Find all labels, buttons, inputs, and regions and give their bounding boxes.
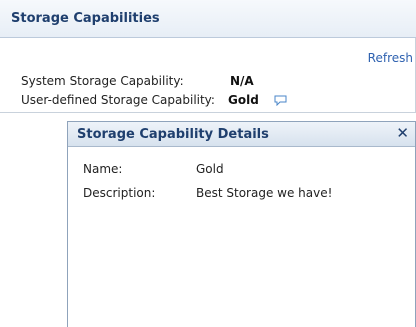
panel-header: Storage Capabilities (0, 0, 416, 38)
user-storage-capability-value: Gold (228, 93, 259, 107)
detail-name-row: Name: Gold (83, 162, 224, 176)
detail-name-label: Name: (83, 162, 123, 176)
system-storage-capability-value: N/A (230, 74, 254, 88)
comment-icon[interactable] (274, 95, 287, 107)
detail-description-label: Description: (83, 186, 156, 200)
user-storage-capability-row: User-defined Storage Capability: Gold (21, 93, 287, 107)
close-icon[interactable]: ✕ (396, 124, 409, 142)
detail-description-row: Description: Best Storage we have! (83, 186, 332, 200)
panel-title: Storage Capabilities (11, 11, 160, 26)
user-storage-capability-label: User-defined Storage Capability: (21, 93, 215, 107)
storage-capabilities-panel: Storage Capabilities Refresh System Stor… (0, 0, 416, 113)
detail-name-value: Gold (196, 162, 224, 176)
storage-capability-details-dialog: Storage Capability Details ✕ Name: Gold … (67, 121, 416, 327)
dialog-title: Storage Capability Details (77, 127, 269, 142)
system-storage-capability-label: System Storage Capability: (21, 74, 184, 88)
system-storage-capability-row: System Storage Capability: N/A (21, 74, 254, 88)
refresh-link[interactable]: Refresh (368, 51, 413, 65)
detail-description-value: Best Storage we have! (196, 186, 333, 200)
dialog-header: Storage Capability Details ✕ (68, 122, 415, 147)
